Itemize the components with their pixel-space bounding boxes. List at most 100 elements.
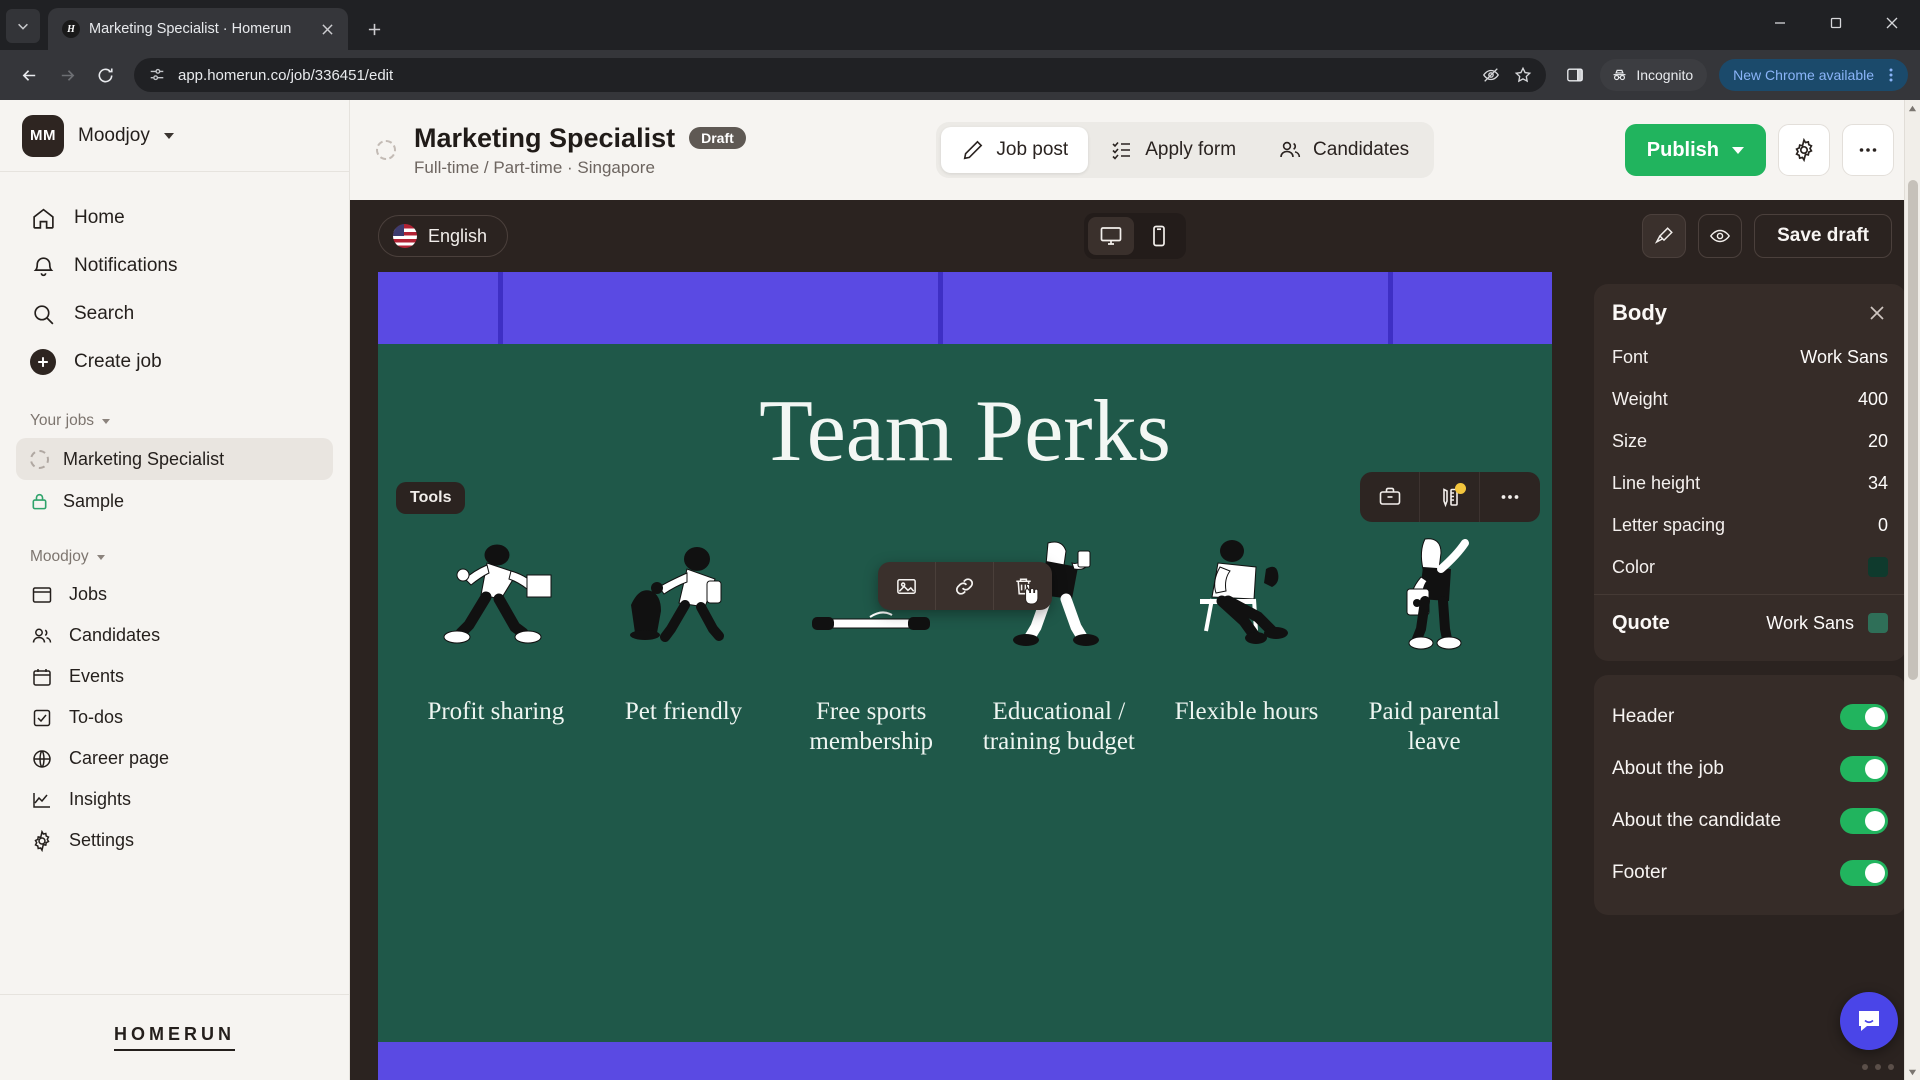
mobile-view-button[interactable] <box>1136 217 1182 255</box>
image-icon <box>897 578 916 594</box>
property-row-quote[interactable]: Quote Work Sans <box>1612 601 1888 645</box>
maximize-button[interactable] <box>1808 0 1864 46</box>
page-scrollbar[interactable] <box>1904 100 1920 1080</box>
perk-item[interactable]: Free sports membership <box>779 518 963 756</box>
sidebar-item-jobs[interactable]: Jobs <box>16 574 333 615</box>
style-panel: Body Font Work Sans Weight 400 Size 20 L… <box>1580 272 1920 1080</box>
publish-button[interactable]: Publish <box>1624 124 1767 176</box>
bookmark-star-icon[interactable] <box>1514 66 1532 84</box>
sidebar-item-insights[interactable]: Insights <box>16 779 333 820</box>
browser-tab[interactable]: H Marketing Specialist · Homerun <box>48 8 348 50</box>
desktop-icon <box>1100 227 1122 245</box>
toggle-row-header[interactable]: Header <box>1612 691 1888 743</box>
forward-button[interactable] <box>50 58 84 92</box>
minimize-button[interactable] <box>1752 0 1808 46</box>
property-row-font[interactable]: Font Work Sans <box>1612 336 1888 378</box>
lock-icon <box>30 492 49 511</box>
perk-item[interactable]: Pet friendly <box>592 518 776 727</box>
delete-element-button[interactable] <box>994 562 1052 610</box>
perk-item[interactable]: Paid parental leave <box>1342 518 1526 756</box>
tools-chip[interactable]: Tools <box>396 482 466 514</box>
section-title[interactable]: Team Perks <box>378 385 1552 478</box>
property-row-line-height[interactable]: Line height 34 <box>1612 462 1888 504</box>
workspace-section-header[interactable]: Moodjoy <box>0 522 349 574</box>
scroll-up-arrow[interactable] <box>1905 100 1920 116</box>
tab-job-post[interactable]: Job post <box>941 127 1089 173</box>
incognito-indicator[interactable]: Incognito <box>1600 59 1708 91</box>
reload-button[interactable] <box>88 58 122 92</box>
sidebar-item-career-page[interactable]: Career page <box>16 738 333 779</box>
perk-item[interactable]: Educational / training budget <box>967 518 1151 756</box>
editor-toolbar: English Save draft <box>350 200 1920 272</box>
eye-off-icon[interactable] <box>1482 66 1500 84</box>
sidebar-item-notifications[interactable]: Notifications <box>16 242 333 290</box>
perk-label: Educational / training budget <box>982 698 1135 755</box>
sidebar-item-todos[interactable]: To-dos <box>16 697 333 738</box>
sidebar-item-search[interactable]: Search <box>16 290 333 338</box>
back-button[interactable] <box>12 58 46 92</box>
side-panel-button[interactable] <box>1558 58 1592 92</box>
close-panel-button[interactable] <box>1866 302 1888 324</box>
property-row-letter-spacing[interactable]: Letter spacing 0 <box>1612 504 1888 546</box>
preview-button[interactable] <box>1698 214 1743 258</box>
language-selector[interactable]: English <box>378 215 509 257</box>
property-label: Font <box>1612 346 1649 367</box>
chevron-down-icon <box>102 418 111 424</box>
browser-menu-button[interactable] <box>1880 64 1902 86</box>
sidebar-item-label: Insights <box>69 789 132 809</box>
workspace-nav: Jobs Candidates Events To-dos Career pag… <box>0 574 349 861</box>
perk-item[interactable]: Profit sharing <box>404 518 588 727</box>
sidebar-item-home[interactable]: Home <box>16 194 333 242</box>
section-template-button[interactable] <box>1360 472 1420 522</box>
quote-color-swatch[interactable] <box>1868 613 1888 633</box>
section-more-button[interactable] <box>1480 472 1540 522</box>
address-bar[interactable]: app.homerun.co/job/336451/edit <box>134 58 1547 92</box>
window-close-button[interactable] <box>1864 0 1920 46</box>
quote-font-value: Work Sans <box>1766 612 1854 633</box>
org-switcher[interactable]: MM Moodjoy <box>0 100 349 172</box>
scrollbar-track[interactable] <box>1905 116 1920 1064</box>
sidebar-item-settings[interactable]: Settings <box>16 820 333 861</box>
property-row-color[interactable]: Color <box>1612 546 1888 588</box>
perk-item[interactable]: Flexible hours <box>1155 518 1339 727</box>
sidebar-item-events[interactable]: Events <box>16 656 333 697</box>
design-brush-button[interactable] <box>1642 214 1687 258</box>
toggle-row-about-the-job[interactable]: About the job <box>1612 743 1888 795</box>
tab-apply-form[interactable]: Apply form <box>1090 127 1256 173</box>
job-settings-button[interactable] <box>1778 124 1831 176</box>
close-icon <box>321 23 333 35</box>
about-the-job-toggle[interactable] <box>1840 756 1888 782</box>
checkbox-icon <box>30 706 53 729</box>
job-more-button[interactable] <box>1842 124 1895 176</box>
toggle-row-about-the-candidate[interactable]: About the candidate <box>1612 795 1888 847</box>
tab-search-button[interactable] <box>6 9 40 43</box>
property-value: 20 <box>1867 430 1888 451</box>
tab-candidates[interactable]: Candidates <box>1258 127 1429 173</box>
property-row-size[interactable]: Size 20 <box>1612 420 1888 462</box>
sidebar-item-sample[interactable]: Sample <box>16 480 333 522</box>
replace-image-button[interactable] <box>878 562 936 610</box>
desktop-view-button[interactable] <box>1088 217 1134 255</box>
header-toggle[interactable] <box>1840 704 1888 730</box>
job-post-preview[interactable]: Team Perks Profit sharing Pet friendly F… <box>378 272 1552 1080</box>
tab-close-button[interactable] <box>316 18 338 40</box>
section-style-button[interactable] <box>1420 472 1480 522</box>
save-draft-button[interactable]: Save draft <box>1754 214 1892 258</box>
site-settings-icon[interactable] <box>148 66 166 84</box>
chrome-update-button[interactable]: New Chrome available <box>1719 59 1908 91</box>
sidebar-item-create-job[interactable]: Create job <box>16 338 333 386</box>
new-tab-button[interactable] <box>358 13 390 45</box>
footer-toggle[interactable] <box>1840 860 1888 886</box>
sidebar-item-candidates[interactable]: Candidates <box>16 615 333 656</box>
property-row-weight[interactable]: Weight 400 <box>1612 378 1888 420</box>
toggle-row-footer[interactable]: Footer <box>1612 847 1888 899</box>
add-link-button[interactable] <box>936 562 994 610</box>
color-swatch[interactable] <box>1868 557 1888 577</box>
your-jobs-section-header[interactable]: Your jobs <box>0 386 349 438</box>
scrollbar-thumb[interactable] <box>1907 180 1918 680</box>
chat-support-button[interactable] <box>1840 992 1898 1050</box>
chevron-down-icon <box>163 132 174 139</box>
sidebar-item-marketing-specialist[interactable]: Marketing Specialist <box>16 438 333 480</box>
about-the-candidate-toggle[interactable] <box>1840 808 1888 834</box>
scroll-down-arrow[interactable] <box>1905 1064 1920 1080</box>
